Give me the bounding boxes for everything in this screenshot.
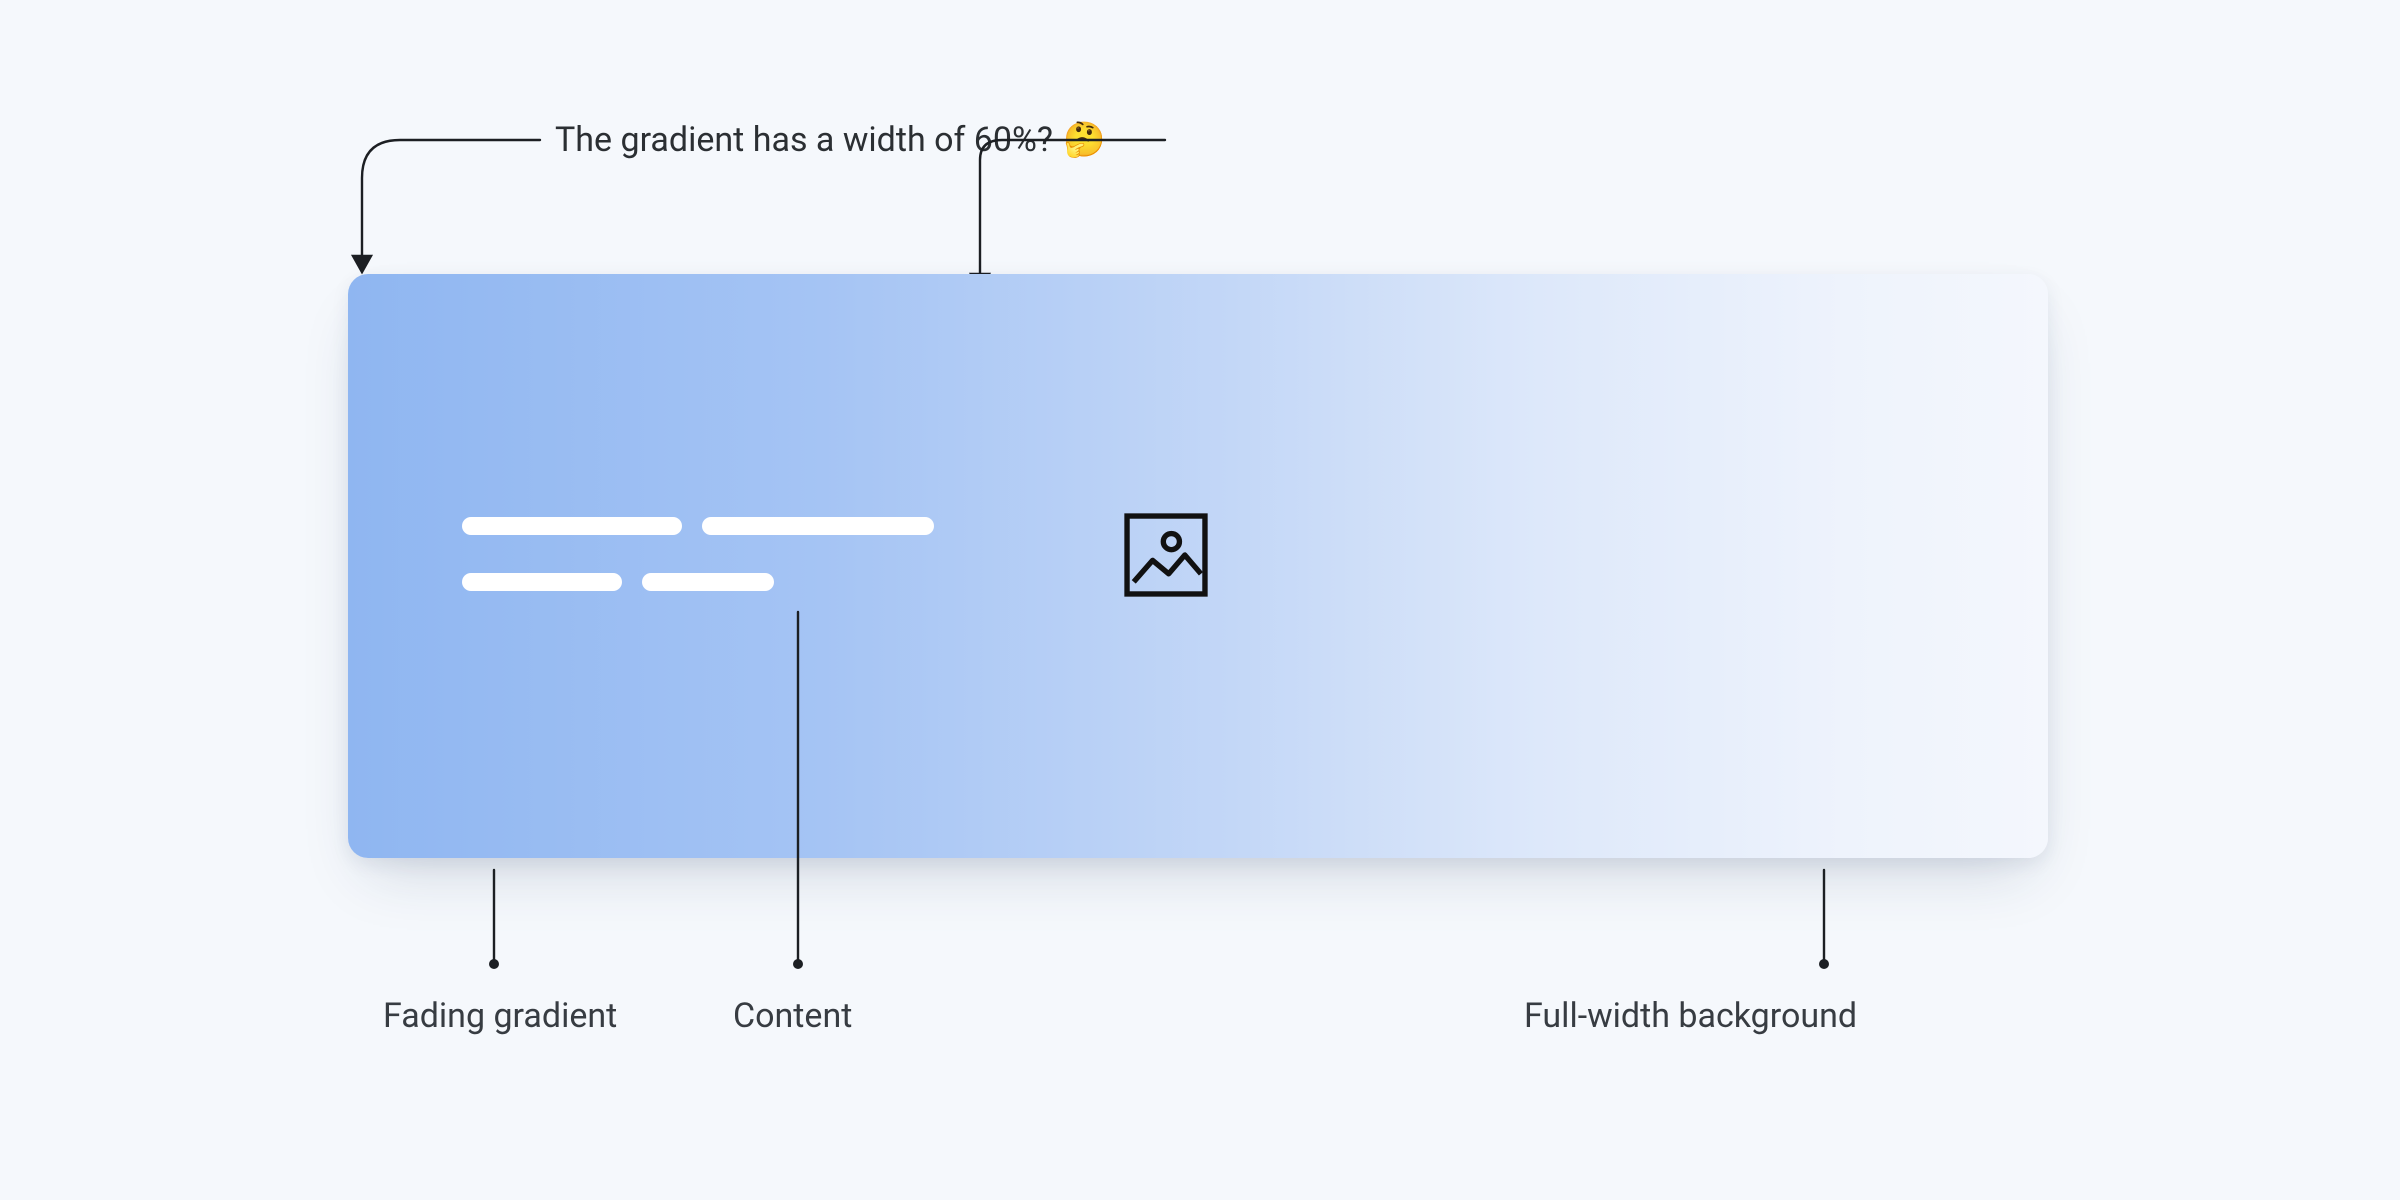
label-full-width-background: Full-width background [1524,996,1857,1036]
leader-full-width-bg [0,0,2400,1200]
diagram-stage: The gradient has a width of 60%? 🤔 [0,0,2400,1200]
label-fading-gradient: Fading gradient [383,996,617,1036]
label-content: Content [733,996,852,1036]
